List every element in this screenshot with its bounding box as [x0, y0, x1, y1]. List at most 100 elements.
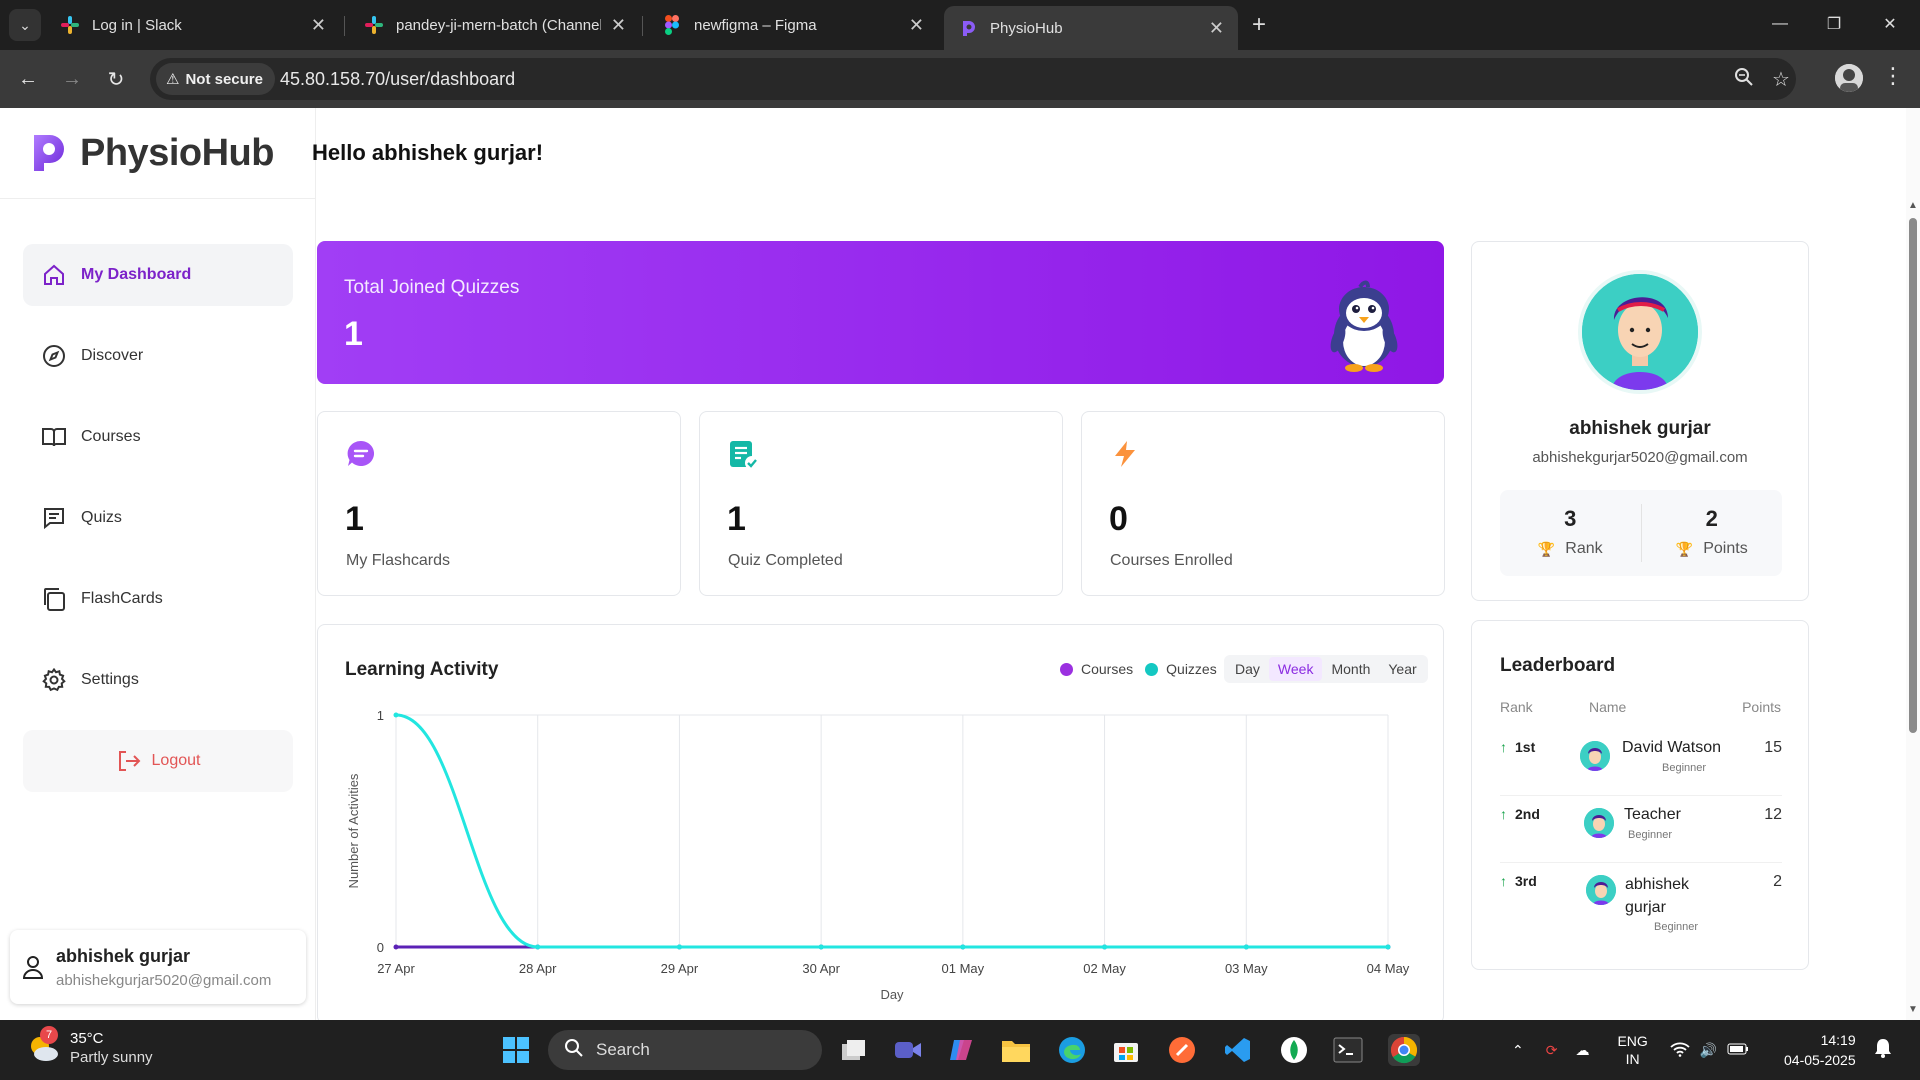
close-icon[interactable]: ✕: [1209, 18, 1224, 39]
new-tab-button[interactable]: +: [1244, 10, 1274, 40]
learning-activity-chart: 0 1 27 Apr 28 Apr 29 Apr 30 Apr 01 May 02 May 03…: [346, 708, 1410, 1002]
sidebar-item-flashcards[interactable]: FlashCards: [23, 568, 293, 630]
x-axis-title: Day: [880, 987, 904, 1002]
data-point-quizzes: [960, 944, 966, 950]
logout-button[interactable]: Logout: [23, 730, 293, 792]
window-close-icon[interactable]: ✕: [1870, 8, 1910, 40]
leaderboard-row[interactable]: ↑ 2nd Teacher Beginner 12: [1500, 796, 1782, 863]
x-tick-label: 03 May: [1225, 961, 1268, 976]
sync-icon[interactable]: ⟳: [1546, 1042, 1558, 1059]
zoom-icon[interactable]: [1734, 67, 1754, 93]
meet-icon[interactable]: [892, 1034, 924, 1066]
close-icon[interactable]: ✕: [611, 15, 626, 36]
close-icon[interactable]: ✕: [311, 15, 326, 36]
clock-time: 14:19: [1820, 1032, 1856, 1048]
user-name: abhishek gurjar: [56, 945, 191, 966]
site-info-button[interactable]: ⚠ Not secure: [156, 63, 275, 95]
language-indicator[interactable]: ENG IN: [1617, 1032, 1647, 1068]
taskbar-search[interactable]: Search: [548, 1030, 822, 1070]
stat-value: 1: [727, 500, 746, 538]
figma-icon: [662, 15, 682, 35]
arrow-up-icon: ↑: [1500, 873, 1507, 889]
copilot-icon[interactable]: [946, 1034, 978, 1066]
leaderboard-row[interactable]: ↑ 1st David Watson Beginner 15: [1500, 729, 1782, 796]
system-tray: ⌃ ⟳ ☁ ENG IN 🔊: [1512, 1020, 1749, 1080]
terminal-icon[interactable]: [1332, 1034, 1364, 1066]
data-point-quizzes: [535, 944, 541, 950]
browser-menu-icon[interactable]: ⋮: [1882, 63, 1904, 89]
browser-tab-slack-channel[interactable]: pandey-ji-mern-batch (Channel ✕: [350, 6, 640, 44]
sidebar-item-discover[interactable]: Discover: [23, 325, 293, 387]
reload-icon[interactable]: ↻: [100, 63, 132, 95]
volume-icon[interactable]: 🔊: [1700, 1042, 1717, 1059]
cloud-off-icon[interactable]: ☁: [1575, 1042, 1589, 1059]
sidebar-item-my-dashboard[interactable]: My Dashboard: [23, 244, 293, 306]
profile-avatar[interactable]: [1835, 64, 1863, 92]
row-points: 2: [1773, 873, 1782, 890]
store-icon[interactable]: [1110, 1034, 1142, 1066]
task-view-icon[interactable]: [838, 1034, 870, 1066]
leaderboard-title: Leaderboard: [1500, 655, 1616, 676]
points-stat: 2 🏆 Points: [1642, 490, 1783, 576]
close-icon[interactable]: ✕: [909, 15, 924, 36]
browser-tab-figma[interactable]: newfigma – Figma ✕: [648, 6, 938, 44]
browser-toolbar: ← → ↻ ⚠ Not secure 45.80.158.70/user/das…: [0, 50, 1920, 108]
vscode-icon[interactable]: [1222, 1034, 1254, 1066]
brand-name: PhysioHub: [80, 131, 274, 174]
sidebar-item-courses[interactable]: Courses: [23, 406, 293, 468]
profile-card: abhishek gurjar abhishekgurjar5020@gmail…: [1471, 241, 1809, 601]
user-card[interactable]: abhishek gurjar abhishekgurjar5020@gmail…: [10, 930, 306, 1004]
sidebar: PhysioHub My Dashboard Discover Courses …: [0, 108, 316, 1020]
tab-search-button[interactable]: ⌄: [9, 9, 41, 41]
address-bar[interactable]: ⚠ Not secure 45.80.158.70/user/dashboard…: [150, 58, 1796, 100]
notification-bell-icon[interactable]: [1874, 1038, 1892, 1063]
leaderboard-row[interactable]: ↑ 3rd abhishek gurjar Beginner 2: [1500, 863, 1782, 943]
url-text[interactable]: 45.80.158.70/user/dashboard: [280, 69, 515, 90]
scrollbar-thumb[interactable]: [1909, 218, 1917, 733]
stat-label: Quiz Completed: [728, 552, 843, 569]
row-rank: ↑ 2nd: [1500, 806, 1540, 822]
chrome-icon[interactable]: [1388, 1034, 1420, 1066]
home-icon: [41, 262, 67, 288]
scroll-up-icon[interactable]: ▲: [1908, 200, 1918, 211]
row-name: abhishek gurjar: [1625, 876, 1690, 916]
system-clock[interactable]: 14:19 04-05-2025: [1784, 1030, 1856, 1070]
security-label: Not secure: [185, 70, 263, 88]
data-point-courses: [393, 944, 399, 950]
forward-icon[interactable]: →: [56, 63, 88, 95]
y-axis-title: Number of Activities: [346, 773, 361, 888]
file-explorer-icon[interactable]: [1000, 1034, 1032, 1066]
browser-tab-slack-login[interactable]: Log in | Slack ✕: [46, 6, 340, 44]
page-scrollbar[interactable]: ▲ ▼: [1906, 108, 1920, 1020]
page-title: Hello abhishek gurjar!: [312, 140, 544, 165]
logout-label: Logout: [151, 752, 201, 769]
postman-icon[interactable]: [1166, 1034, 1198, 1066]
scroll-down-icon[interactable]: ▼: [1908, 1004, 1918, 1015]
total-quizzes-banner: Total Joined Quizzes 1: [317, 241, 1444, 384]
back-icon[interactable]: ←: [12, 63, 44, 95]
data-point-quizzes: [818, 944, 824, 950]
edge-icon[interactable]: [1056, 1034, 1088, 1066]
battery-icon[interactable]: [1727, 1042, 1749, 1058]
cards-icon: [41, 586, 67, 612]
mongodb-icon[interactable]: [1278, 1034, 1310, 1066]
row-rank: ↑ 3rd: [1500, 873, 1537, 889]
browser-tab-physiohub[interactable]: PhysioHub ✕: [944, 6, 1238, 50]
trophy-icon: 🏆: [1537, 540, 1556, 557]
row-level: Beginner: [1628, 829, 1673, 841]
weather-widget[interactable]: 7 35°C Partly sunny: [26, 1026, 153, 1066]
row-level: Beginner: [1654, 921, 1699, 933]
show-hidden-icons-icon[interactable]: ⌃: [1512, 1042, 1524, 1059]
brand-logo[interactable]: PhysioHub: [26, 128, 274, 178]
y-tick-label: 0: [377, 940, 384, 955]
minimize-icon[interactable]: —: [1760, 8, 1800, 40]
wifi-icon[interactable]: [1670, 1041, 1690, 1060]
rank-value: 3: [1564, 506, 1577, 531]
sidebar-item-settings[interactable]: Settings: [23, 649, 293, 711]
tab-separator: [642, 16, 643, 36]
bookmark-star-icon[interactable]: ☆: [1772, 67, 1790, 92]
windows-start-icon[interactable]: [500, 1034, 532, 1066]
x-tick-label: 28 Apr: [519, 961, 557, 976]
sidebar-item-quizs[interactable]: Quizs: [23, 487, 293, 549]
restore-icon[interactable]: ❐: [1814, 8, 1854, 40]
